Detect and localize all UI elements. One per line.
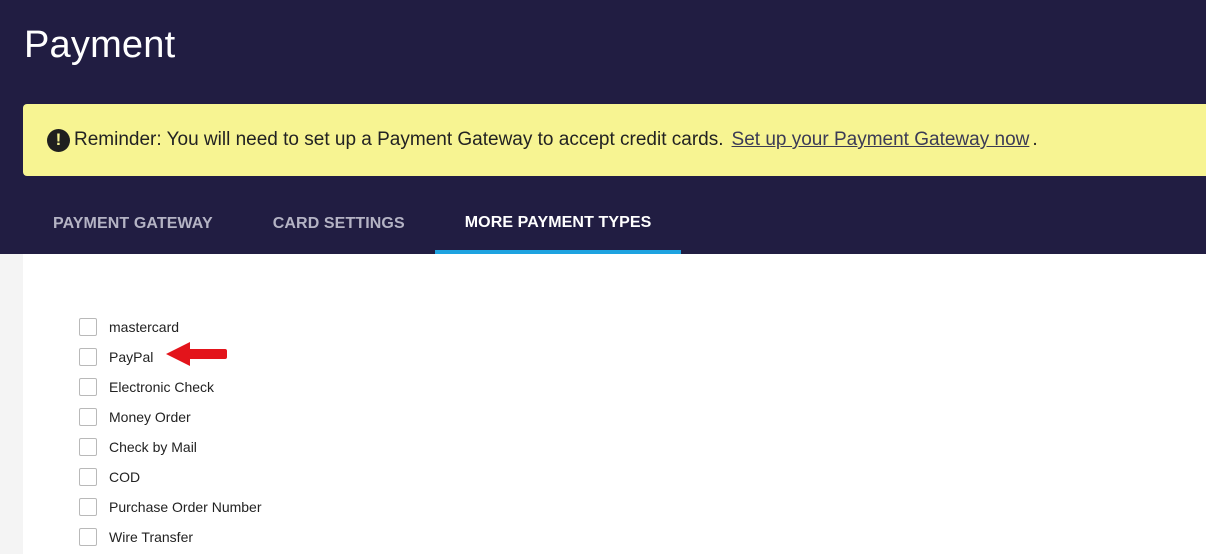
option-label[interactable]: Wire Transfer: [109, 529, 193, 545]
list-item: PayPal: [79, 346, 153, 368]
paypal-checkbox[interactable]: [79, 348, 97, 366]
option-label[interactable]: Electronic Check: [109, 379, 214, 395]
option-label[interactable]: Check by Mail: [109, 439, 197, 455]
list-item: Purchase Order Number: [79, 496, 262, 518]
list-item: Wire Transfer: [79, 526, 193, 548]
list-item: Electronic Check: [79, 376, 214, 398]
exclamation-circle-icon: !: [47, 128, 70, 152]
option-label[interactable]: PayPal: [109, 349, 153, 365]
page-header: Payment ! Reminder: You will need to set…: [0, 0, 1206, 254]
reminder-text: Reminder: You will need to set up a Paym…: [74, 129, 724, 150]
red-arrow-icon: [166, 342, 227, 366]
tab-payment-gateway[interactable]: PAYMENT GATEWAY: [23, 196, 243, 254]
option-label[interactable]: COD: [109, 469, 140, 485]
payment-types-panel: mastercard PayPal Electronic Check Money…: [23, 254, 1206, 554]
option-label[interactable]: Money Order: [109, 409, 191, 425]
cod-checkbox[interactable]: [79, 468, 97, 486]
page-title: Payment: [24, 24, 176, 66]
money-order-checkbox[interactable]: [79, 408, 97, 426]
list-item: mastercard: [79, 316, 179, 338]
check-by-mail-checkbox[interactable]: [79, 438, 97, 456]
wire-transfer-checkbox[interactable]: [79, 528, 97, 546]
tab-card-settings[interactable]: CARD SETTINGS: [243, 196, 435, 254]
option-label[interactable]: mastercard: [109, 319, 179, 335]
reminder-trailing-period: .: [1032, 129, 1038, 150]
list-item: COD: [79, 466, 140, 488]
purchase-order-number-checkbox[interactable]: [79, 498, 97, 516]
tab-more-payment-types[interactable]: MORE PAYMENT TYPES: [434, 196, 682, 254]
option-label[interactable]: Purchase Order Number: [109, 499, 262, 515]
list-item: Check by Mail: [79, 436, 197, 458]
electronic-check-checkbox[interactable]: [79, 378, 97, 396]
payment-tabs: PAYMENT GATEWAY CARD SETTINGS MORE PAYME…: [23, 196, 682, 254]
list-item: Money Order: [79, 406, 191, 428]
reminder-banner: ! Reminder: You will need to set up a Pa…: [23, 104, 1206, 176]
mastercard-checkbox[interactable]: [79, 318, 97, 336]
setup-gateway-link[interactable]: Set up your Payment Gateway now: [732, 129, 1030, 151]
